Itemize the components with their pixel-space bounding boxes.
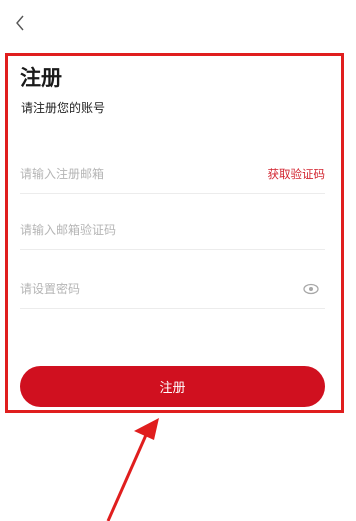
back-button[interactable] <box>10 12 30 34</box>
chevron-left-icon <box>16 15 24 31</box>
password-field-row <box>20 270 325 309</box>
email-field-row: 获取验证码 <box>20 155 325 194</box>
page-title: 注册 <box>20 66 62 90</box>
eye-icon[interactable] <box>303 283 319 295</box>
page-subtitle: 请注册您的账号 <box>21 101 106 115</box>
get-code-button[interactable]: 获取验证码 <box>268 166 326 182</box>
code-field-row <box>20 211 325 250</box>
password-input[interactable] <box>20 282 325 296</box>
verification-code-input[interactable] <box>20 223 325 237</box>
register-button[interactable]: 注册 <box>20 366 325 407</box>
